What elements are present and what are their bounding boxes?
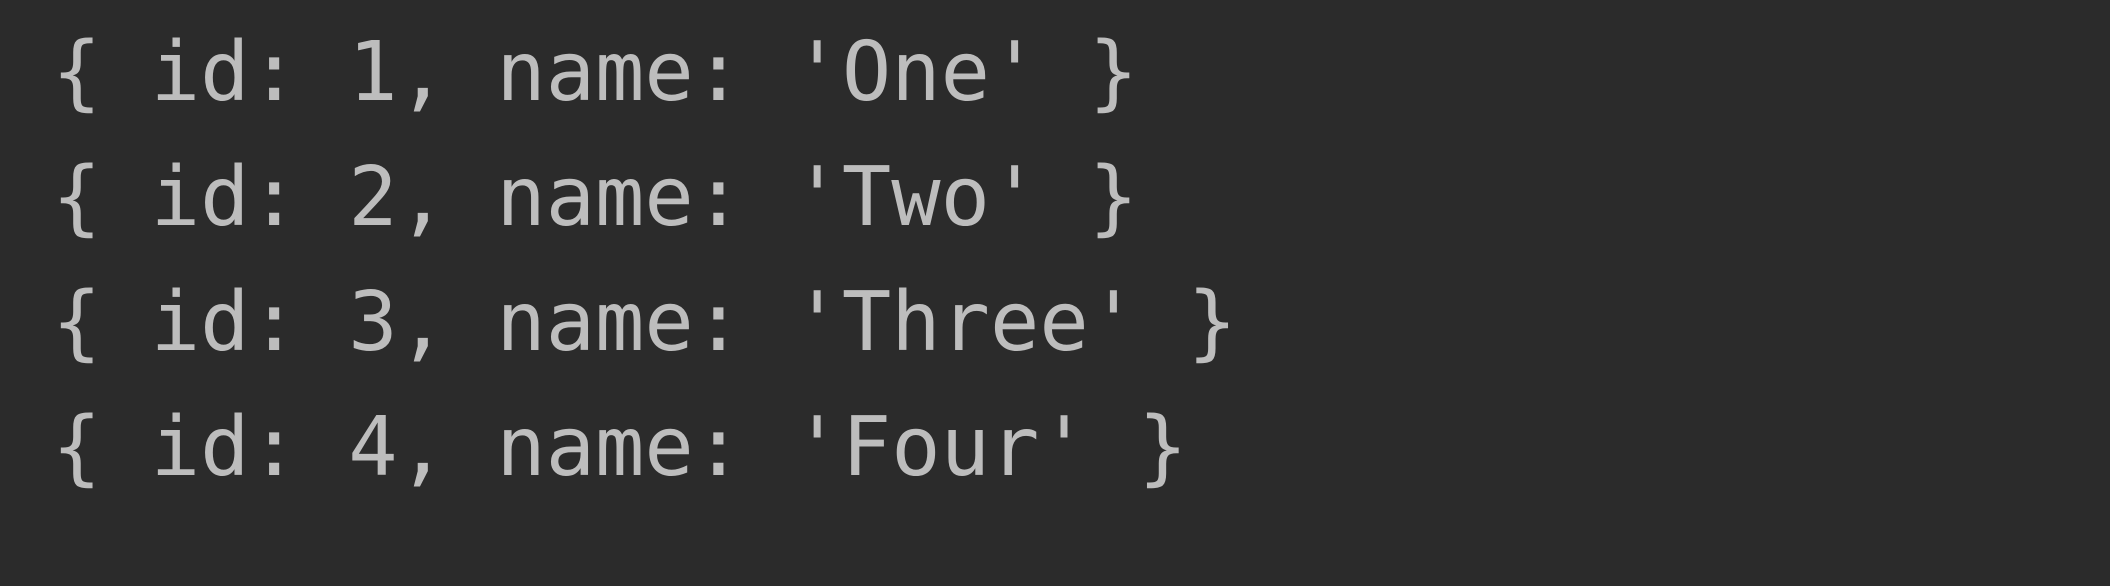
- console-line: { id: 3, name: 'Three' }: [52, 275, 1237, 370]
- console-output: { id: 1, name: 'One' } { id: 2, name: 'T…: [0, 0, 2110, 586]
- console-line: { id: 1, name: 'One' }: [52, 25, 1139, 120]
- console-line: { id: 4, name: 'Four' }: [52, 400, 1188, 495]
- console-line: { id: 2, name: 'Two' }: [52, 150, 1139, 245]
